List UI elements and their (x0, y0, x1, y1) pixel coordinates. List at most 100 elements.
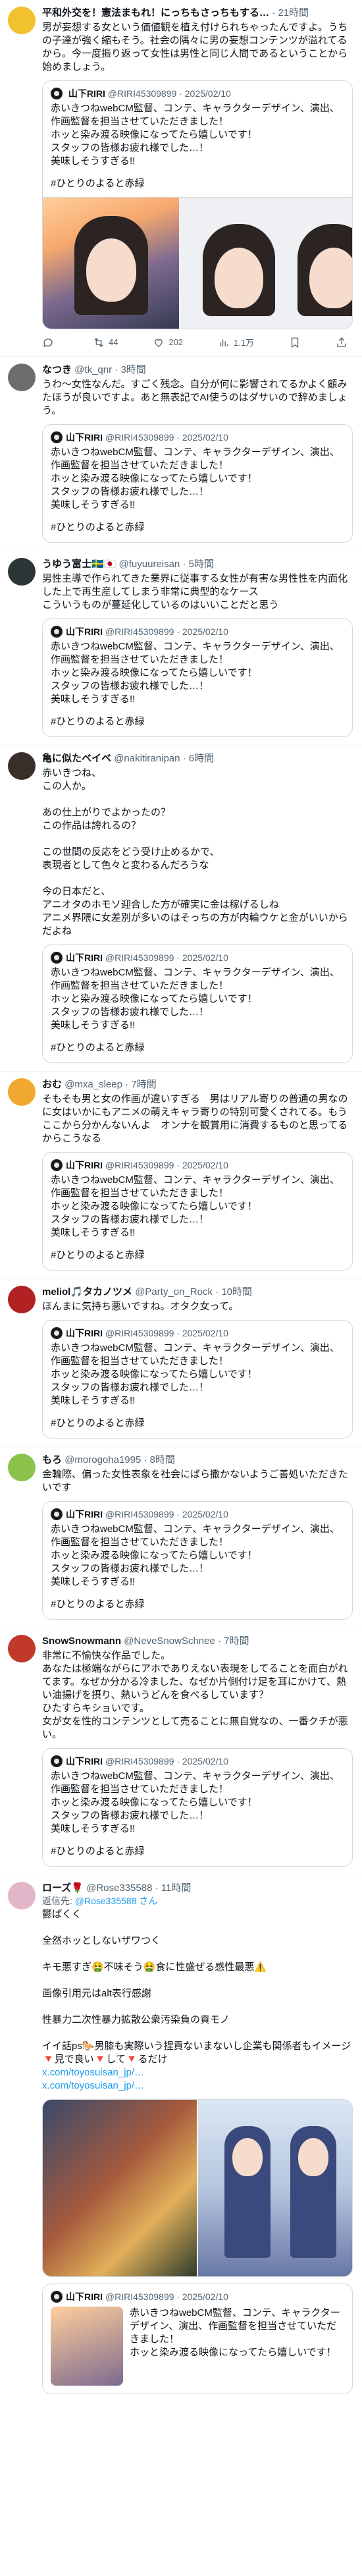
avatar[interactable] (8, 1078, 36, 1106)
quote-hashtag[interactable]: #ひとりのよると赤緑 (51, 1041, 344, 1055)
author-handle[interactable]: @fuyuureisan (119, 559, 180, 570)
quoted-post[interactable]: 山下RIRI @RIRI45309899 · 2025/02/10 赤いきつねw… (42, 80, 353, 329)
author-name[interactable]: ローズ🌹 (42, 1882, 84, 1894)
avatar[interactable] (8, 1454, 36, 1481)
quoted-post[interactable]: 山下RIRI @RIRI45309899 · 2025/02/10 赤いきつねw… (42, 1320, 353, 1439)
quote-author-name: 山下RIRI (66, 2291, 103, 2302)
quote-date: 2025/02/10 (182, 952, 228, 963)
quote-hashtag[interactable]: #ひとりのよると赤緑 (51, 177, 344, 190)
author-name[interactable]: SnowSnowmann (42, 1635, 121, 1647)
share-button[interactable] (336, 337, 348, 348)
post[interactable]: なつき @tk_qnr · 3時間 うわ〜女性なんだ。すごく残念。自分が何に影響… (0, 357, 362, 551)
author-handle[interactable]: @mxa_sleep (65, 1079, 122, 1090)
quoted-post[interactable]: 山下RIRI @RIRI45309899 · 2025/02/10 赤いきつねw… (42, 2284, 353, 2394)
post[interactable]: meliol🎵タカノツメ @Party_on_Rock · 10時間 ほんまに気… (0, 1279, 362, 1447)
author-name[interactable]: もろ (42, 1454, 62, 1466)
post[interactable]: うゆう富士🇸🇪🇯🇵 @fuyuureisan · 5時間 男性主導で作られてきた… (0, 551, 362, 746)
avatar[interactable] (8, 752, 36, 780)
quote-text: 赤いきつねwebCM監督、コンテ、キャラクターデザイン、演出、作画監督を担当させ… (51, 967, 340, 1031)
quote-hashtag[interactable]: #ひとりのよると赤緑 (51, 1417, 344, 1430)
post[interactable]: SnowSnowmann @NeveSnowSchnee · 7時間 非常に不愉… (0, 1628, 362, 1875)
avatar[interactable] (8, 1882, 36, 1909)
author-handle[interactable]: @nakitiranipan (114, 753, 180, 764)
quote-author-name: 山下RIRI (66, 432, 103, 443)
quote-date: 2025/02/10 (182, 626, 228, 637)
quote-date: 2025/02/10 (184, 88, 231, 99)
post-text: ほんまに気持ち悪いですね。オタク女って。 (42, 1301, 239, 1312)
author-handle[interactable]: @Rose335588 (86, 1882, 152, 1894)
post-link[interactable]: x.com/toyosuisan_jp/… (42, 2066, 353, 2079)
quote-media[interactable] (43, 197, 352, 329)
quote-handle: @RIRI45309899 (107, 88, 177, 99)
author-handle[interactable]: @NeveSnowSchnee (124, 1635, 215, 1647)
quote-hashtag[interactable]: #ひとりのよると赤緑 (51, 1598, 344, 1611)
quote-text: 赤いきつねwebCM監督、コンテ、キャラクターデザイン、演出、作画監督を担当させ… (51, 1174, 340, 1238)
quote-avatar (51, 88, 63, 99)
post[interactable]: ローズ🌹 @Rose335588 · 11時間 返信先: @Rose335588… (0, 1875, 362, 2402)
reply-handle[interactable]: @Rose335588 さん (75, 1896, 158, 1906)
quote-date: 2025/02/10 (182, 1509, 228, 1520)
avatar[interactable] (8, 558, 36, 586)
video-thumbnail-right[interactable] (178, 198, 352, 329)
quote-date: 2025/02/10 (182, 2291, 228, 2302)
quote-date: 2025/02/10 (182, 432, 228, 443)
author-name[interactable]: うゆう富士🇸🇪🇯🇵 (42, 559, 116, 570)
retweet-button[interactable]: 44 (93, 337, 118, 348)
avatar[interactable] (8, 7, 36, 34)
attached-images[interactable] (42, 2099, 353, 2277)
quote-avatar (51, 1327, 63, 1339)
author-name[interactable]: meliol🎵タカノツメ (42, 1286, 132, 1298)
post[interactable]: おむ @mxa_sleep · 7時間 そもそも男と女の作画が違いすぎる 男はリ… (0, 1072, 362, 1279)
author-handle[interactable]: @morogoha1995 (65, 1454, 141, 1466)
author-handle[interactable]: @Party_on_Rock (135, 1286, 213, 1298)
bookmark-button[interactable] (289, 337, 301, 348)
post[interactable]: もろ @morogoha1995 · 8時間 金輪際、偏った女性表象を社会にばら… (0, 1447, 362, 1628)
post[interactable]: 亀に似たベイベ @nakitiranipan · 6時間 赤いきつね、 この人か… (0, 746, 362, 1072)
author-name[interactable]: なつき (42, 364, 72, 375)
reply-button[interactable] (42, 337, 58, 348)
author-name[interactable]: 平和外交を！憲法まもれ！にっちもさっちもする… (42, 7, 269, 18)
quote-thumbnail[interactable] (51, 2307, 123, 2386)
quote-handle: @RIRI45309899 (105, 952, 174, 963)
quoted-post[interactable]: 山下RIRI @RIRI45309899 · 2025/02/10 赤いきつねw… (42, 424, 353, 543)
like-button[interactable]: 202 (153, 337, 183, 348)
post-time[interactable]: 3時間 (120, 364, 145, 375)
author-name[interactable]: おむ (42, 1079, 62, 1090)
quoted-post[interactable]: 山下RIRI @RIRI45309899 · 2025/02/10 赤いきつねw… (42, 1152, 353, 1271)
post-link[interactable]: x.com/toyosuisan_jp/… (42, 2079, 353, 2093)
post-time[interactable]: 11時間 (161, 1882, 192, 1894)
image-character-art[interactable] (198, 2100, 352, 2276)
quoted-post[interactable]: 山下RIRI @RIRI45309899 · 2025/02/10 赤いきつねw… (42, 945, 353, 1063)
author-handle[interactable]: @tk_qnr (74, 364, 112, 375)
image-manga-cover[interactable] (43, 2100, 197, 2276)
post-time[interactable]: 21時間 (278, 7, 309, 18)
post-time[interactable]: 8時間 (150, 1454, 175, 1466)
video-thumbnail-left[interactable] (43, 198, 179, 329)
avatar[interactable] (8, 1635, 36, 1662)
quote-avatar (51, 1159, 63, 1171)
quote-hashtag[interactable]: #ひとりのよると赤緑 (51, 1845, 344, 1858)
author-name[interactable]: 亀に似たベイベ (42, 753, 111, 764)
quote-text: 赤いきつねwebCM監督、コンテ、キャラクターデザイン、演出、作画監督を担当させ… (51, 1342, 340, 1406)
post-time[interactable]: 5時間 (189, 559, 214, 570)
quote-hashtag[interactable]: #ひとりのよると赤緑 (51, 1249, 344, 1262)
post-actions: 44 202 1.1万 (42, 336, 353, 348)
quote-hashtag[interactable]: #ひとりのよると赤緑 (51, 521, 344, 534)
quote-date: 2025/02/10 (182, 1328, 228, 1338)
avatar[interactable] (8, 1286, 36, 1313)
quoted-post[interactable]: 山下RIRI @RIRI45309899 · 2025/02/10 赤いきつねw… (42, 1748, 353, 1867)
post-time[interactable]: 7時間 (224, 1635, 249, 1647)
avatar[interactable] (8, 364, 36, 391)
share-icon (337, 337, 346, 347)
quoted-post[interactable]: 山下RIRI @RIRI45309899 · 2025/02/10 赤いきつねw… (42, 618, 353, 737)
quoted-post[interactable]: 山下RIRI @RIRI45309899 · 2025/02/10 赤いきつねw… (42, 1501, 353, 1620)
quote-avatar (51, 952, 63, 964)
post[interactable]: 平和外交を！憲法まもれ！にっちもさっちもする… · 21時間 男が妄想する女とい… (0, 0, 362, 357)
views-button[interactable]: 1.1万 (218, 336, 254, 348)
post-time[interactable]: 7時間 (131, 1079, 156, 1090)
post-time[interactable]: 10時間 (221, 1286, 252, 1298)
quote-text: 赤いきつねwebCM監督、コンテ、キャラクターデザイン、演出、作画監督を担当させ… (51, 1770, 340, 1834)
post-time[interactable]: 6時間 (189, 753, 214, 764)
quote-handle: @RIRI45309899 (105, 432, 174, 443)
quote-hashtag[interactable]: #ひとりのよると赤緑 (51, 715, 344, 728)
